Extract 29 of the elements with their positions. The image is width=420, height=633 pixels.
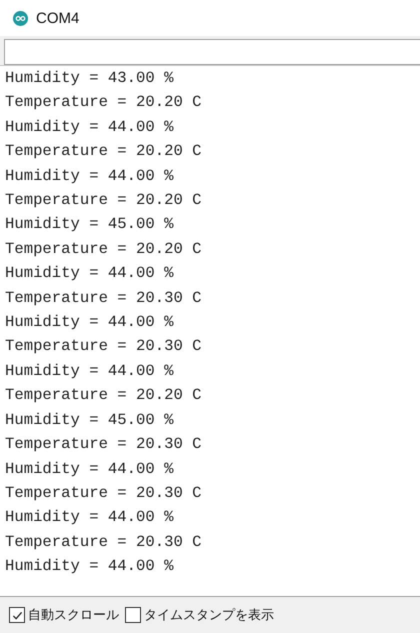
- output-line: Temperature = 20.20 C: [5, 92, 203, 114]
- output-line: Humidity = 44.00 %: [5, 507, 174, 528]
- output-line: Humidity = 43.00 %: [5, 68, 174, 89]
- output-line: Temperature = 20.20 C: [5, 141, 203, 162]
- output-line: Humidity = 44.00 %: [5, 312, 174, 334]
- output-line: Humidity = 44.00 %: [5, 116, 174, 138]
- output-line: Temperature = 20.20 C: [5, 190, 203, 212]
- input-field[interactable]: [4, 39, 420, 65]
- checkbox[interactable]: [125, 607, 141, 623]
- window-title: COM4: [36, 10, 80, 26]
- option-checkbox[interactable]: 自動スクロール: [9, 606, 119, 624]
- check-icon: [12, 610, 22, 620]
- output-line: Humidity = 45.00 %: [5, 410, 174, 431]
- output-line: Humidity = 44.00 %: [5, 263, 174, 284]
- output-line: Temperature = 20.30 C: [5, 336, 203, 358]
- output-line: Temperature = 20.30 C: [5, 434, 203, 456]
- output-line: Humidity = 44.00 %: [5, 166, 174, 187]
- option-checkbox[interactable]: タイムスタンプを表示: [125, 606, 274, 624]
- output-line: Temperature = 20.30 C: [5, 532, 203, 553]
- output-line: Humidity = 44.00 %: [5, 458, 174, 480]
- output-line: Temperature = 20.20 C: [5, 238, 203, 260]
- output-line: Humidity = 45.00 %: [5, 214, 174, 236]
- checkbox[interactable]: [9, 607, 25, 623]
- output-line: Humidity = 44.00 %: [5, 556, 174, 578]
- output-line: Humidity = 44.00 %: [5, 360, 174, 382]
- output-line: Temperature = 20.30 C: [5, 482, 203, 504]
- output-line: Temperature = 20.20 C: [5, 385, 203, 406]
- output-line: Temperature = 20.30 C: [5, 288, 203, 309]
- logo-icon: [13, 10, 28, 26]
